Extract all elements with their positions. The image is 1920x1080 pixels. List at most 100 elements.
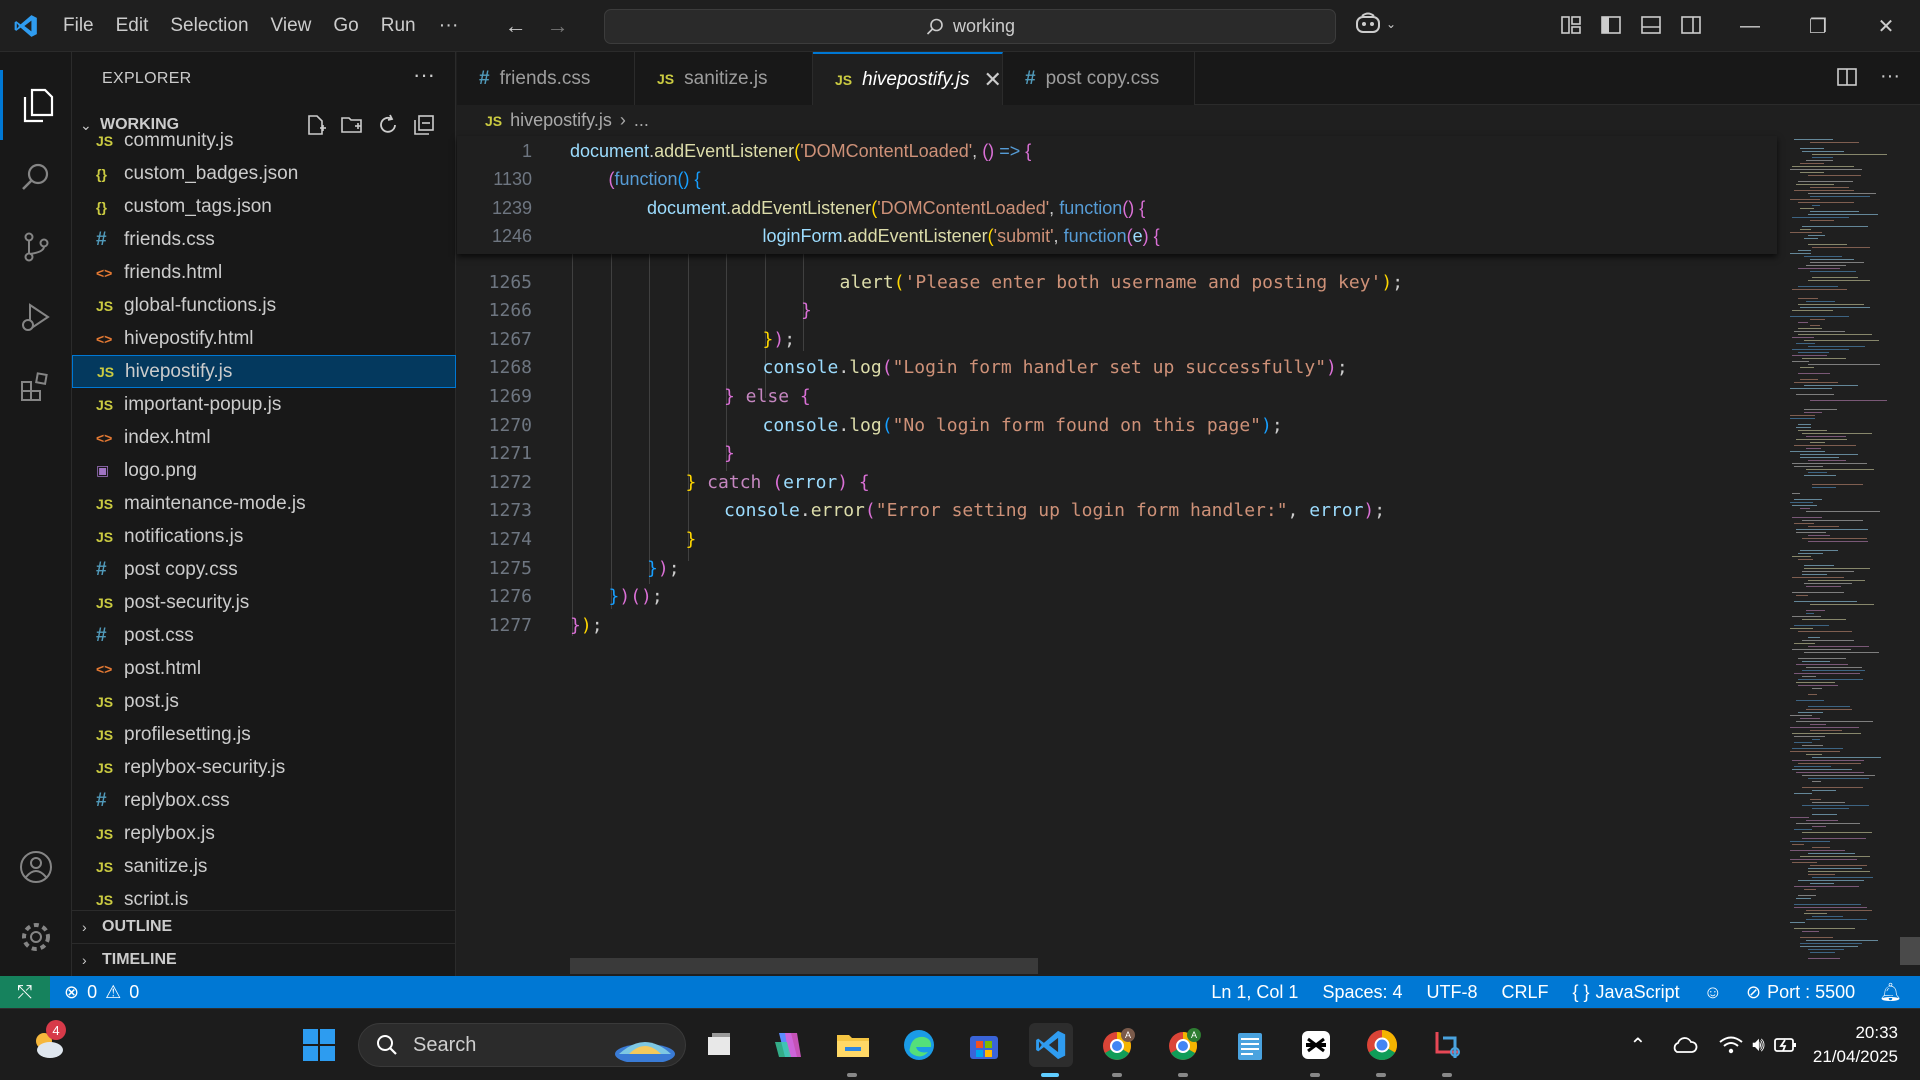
- live-server-port[interactable]: ⊘ Port : 5500: [1746, 982, 1855, 1003]
- file-item[interactable]: JS replybox.js: [72, 817, 456, 850]
- file-item[interactable]: JS post.js: [72, 685, 456, 718]
- menu-more-button[interactable]: ···: [427, 14, 471, 37]
- code-line[interactable]: 1271}: [457, 440, 1777, 468]
- copilot-status-icon[interactable]: ☺: [1704, 982, 1722, 1003]
- file-item[interactable]: # friends.css: [72, 223, 456, 256]
- breadcrumb-symbol[interactable]: ...: [634, 110, 649, 131]
- file-item[interactable]: # post.css: [72, 619, 456, 652]
- code-line[interactable]: 1266}: [457, 297, 1777, 325]
- code-line[interactable]: 1276})();: [457, 583, 1777, 611]
- file-item[interactable]: JS sanitize.js: [72, 850, 456, 883]
- menu-selection[interactable]: Selection: [159, 0, 259, 52]
- code-line[interactable]: 1273 console.error("Error setting up logi…: [457, 497, 1777, 525]
- code-line[interactable]: 1239 document.addEventListener('DOMConten…: [457, 194, 1777, 222]
- microsoft-store-icon[interactable]: [962, 1023, 1006, 1067]
- notifications-bell-icon[interactable]: 🔔︎: [1879, 982, 1902, 1003]
- battery-charging-icon[interactable]: [1773, 1034, 1799, 1056]
- volume-icon[interactable]: 🔊︎: [1752, 1034, 1765, 1057]
- file-item[interactable]: <> index.html: [72, 421, 456, 454]
- file-item[interactable]: JS global-functions.js: [72, 289, 456, 322]
- timeline-section-header[interactable]: › TIMELINE: [72, 943, 456, 976]
- file-item[interactable]: <> hivepostify.html: [72, 322, 456, 355]
- run-debug-icon[interactable]: [0, 282, 72, 352]
- chrome-profile-b-icon[interactable]: A: [1162, 1023, 1206, 1077]
- toggle-primary-sidebar-icon[interactable]: [1600, 14, 1622, 36]
- code-line[interactable]: 1 document.addEventListener('DOMContentLo…: [457, 137, 1777, 165]
- file-item[interactable]: {} custom_badges.json: [72, 157, 456, 190]
- file-item[interactable]: JS post-security.js: [72, 586, 456, 619]
- capcut-icon[interactable]: [1294, 1023, 1338, 1077]
- breadcrumb-file[interactable]: hivepostify.js: [510, 110, 612, 131]
- back-arrow-icon[interactable]: ←: [505, 13, 527, 39]
- file-item[interactable]: ▣ logo.png: [72, 454, 456, 487]
- file-item[interactable]: JS script.js: [72, 883, 456, 906]
- extensions-icon[interactable]: [0, 352, 72, 422]
- code-line[interactable]: 1275});: [457, 554, 1777, 582]
- wifi-icon[interactable]: [1718, 1034, 1744, 1056]
- file-explorer-icon[interactable]: [831, 1023, 875, 1077]
- file-item[interactable]: JS profilesetting.js: [72, 718, 456, 751]
- tab-hivepostify-js[interactable]: JS hivepostify.js ✕: [813, 52, 1003, 105]
- code-line[interactable]: 1130 (function() {: [457, 166, 1777, 194]
- code-line[interactable]: 1268 console.log("Login form handler set …: [457, 354, 1777, 382]
- onedrive-cloud-icon[interactable]: [1670, 1035, 1698, 1055]
- clock[interactable]: 20:33 21/04/2025: [1813, 1021, 1898, 1069]
- minimap[interactable]: [1782, 136, 1900, 972]
- settings-gear-icon[interactable]: [0, 902, 72, 972]
- accounts-icon[interactable]: [0, 832, 72, 902]
- language-mode[interactable]: { } JavaScript: [1573, 982, 1680, 1003]
- file-item[interactable]: # replybox.css: [72, 784, 456, 817]
- customize-layout-icon[interactable]: [1560, 14, 1582, 36]
- file-item[interactable]: JS notifications.js: [72, 520, 456, 553]
- vscode-taskbar-icon[interactable]: [1029, 1023, 1073, 1077]
- code-editor[interactable]: 1265 alert('Please enter both username an…: [457, 136, 1777, 976]
- forward-arrow-icon[interactable]: →: [547, 13, 569, 39]
- code-line[interactable]: 1246 loginForm.addEventListener('submit',…: [457, 223, 1777, 251]
- file-item[interactable]: JS important-popup.js: [72, 388, 456, 421]
- command-center-search[interactable]: working: [604, 9, 1336, 44]
- start-windows-icon[interactable]: [297, 1023, 341, 1067]
- code-line[interactable]: 1270 console.log("No login form found on …: [457, 411, 1777, 439]
- tab-friends-css[interactable]: # friends.css: [457, 52, 635, 105]
- file-item[interactable]: JS replybox-security.js: [72, 751, 456, 784]
- menu-view[interactable]: View: [260, 0, 323, 52]
- problems-indicator[interactable]: ⊗ 0 ⚠ 0: [64, 982, 139, 1003]
- file-item[interactable]: <> post.html: [72, 652, 456, 685]
- menu-edit[interactable]: Edit: [105, 0, 160, 52]
- restore-icon[interactable]: ❐: [1784, 0, 1852, 52]
- menu-go[interactable]: Go: [322, 0, 369, 52]
- minimize-icon[interactable]: —: [1716, 0, 1784, 52]
- chrome-profile-a-icon[interactable]: A: [1096, 1023, 1140, 1077]
- code-line[interactable]: 1272} catch (error) {: [457, 468, 1777, 496]
- code-line[interactable]: 1265 alert('Please enter both username an…: [457, 268, 1777, 296]
- tab-sanitize-js[interactable]: JS sanitize.js: [635, 52, 813, 105]
- cursor-position[interactable]: Ln 1, Col 1: [1211, 982, 1298, 1003]
- close-tab-icon[interactable]: ✕: [983, 67, 1001, 93]
- code-line[interactable]: 1269} else {: [457, 382, 1777, 410]
- sticky-scroll-header[interactable]: 1 document.addEventListener('DOMContentLo…: [457, 136, 1777, 254]
- menu-run[interactable]: Run: [370, 0, 427, 52]
- toggle-secondary-sidebar-icon[interactable]: [1680, 14, 1702, 36]
- menu-file[interactable]: File: [52, 0, 105, 52]
- copilot-button[interactable]: ⌄: [1354, 12, 1396, 36]
- vertical-scroll-thumb[interactable]: [1900, 937, 1920, 965]
- taskbar-search[interactable]: Search: [358, 1023, 686, 1067]
- explorer-activity-icon[interactable]: [0, 70, 72, 140]
- file-item[interactable]: JS community.js: [72, 132, 456, 157]
- encoding[interactable]: UTF-8: [1427, 982, 1478, 1003]
- code-line[interactable]: 1267});: [457, 325, 1777, 353]
- snipping-tool-icon[interactable]: [1426, 1023, 1470, 1077]
- task-view-icon[interactable]: [697, 1023, 741, 1067]
- copilot-app-icon[interactable]: [766, 1023, 810, 1067]
- split-editor-icon[interactable]: [1836, 66, 1858, 88]
- chrome-icon[interactable]: [1360, 1023, 1404, 1077]
- remote-indicator[interactable]: ⤲: [0, 976, 50, 1008]
- edge-browser-icon[interactable]: [897, 1023, 941, 1067]
- end-of-line[interactable]: CRLF: [1502, 982, 1549, 1003]
- source-control-icon[interactable]: [0, 212, 72, 282]
- file-item[interactable]: # post copy.css: [72, 553, 456, 586]
- file-item[interactable]: <> friends.html: [72, 256, 456, 289]
- vertical-scrollbar[interactable]: [1900, 136, 1920, 972]
- code-line[interactable]: 1274}: [457, 525, 1777, 553]
- tab-post-copy-css[interactable]: # post copy.css: [1003, 52, 1195, 105]
